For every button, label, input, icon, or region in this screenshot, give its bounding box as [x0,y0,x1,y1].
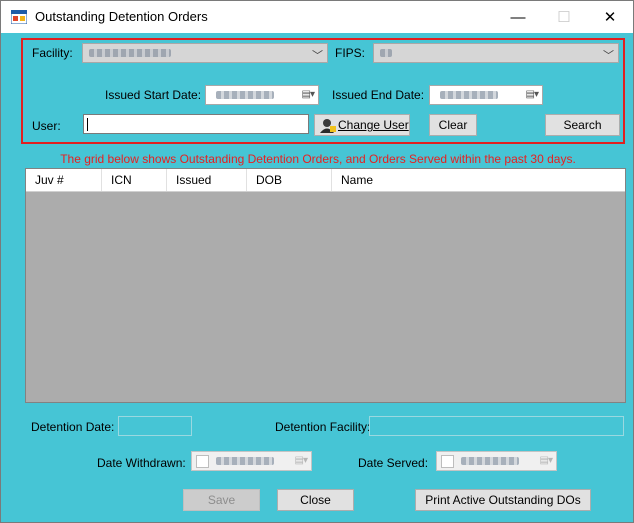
close-icon: ✕ [603,9,617,26]
change-user-label: Change User [338,118,409,132]
issued-start-date-value [216,91,274,99]
close-label: Close [300,493,331,507]
clear-button[interactable]: Clear [429,114,477,136]
clear-label: Clear [438,118,468,132]
date-withdrawn-picker: ▤▾ [191,451,312,471]
issued-end-date-picker[interactable]: ▤▾ [429,85,543,105]
close-window-button[interactable]: ✕ [587,1,633,33]
minimize-button[interactable]: — [495,1,541,33]
column-header-juv[interactable]: Juv # [26,169,102,191]
issued-end-date-label: Issued End Date: [332,88,425,102]
detention-facility-label: Detention Facility: [275,420,371,434]
grid-header: Juv # ICN Issued DOB Name [26,169,625,192]
date-withdrawn-value [216,457,274,465]
column-header-name[interactable]: Name [332,169,625,191]
app-icon [11,10,27,24]
column-header-dob[interactable]: DOB [247,169,332,191]
user-label: User: [32,119,61,133]
issued-start-date-picker[interactable]: ▤▾ [205,85,319,105]
maximize-icon: ☐ [557,9,571,26]
fips-dropdown[interactable]: ﹀ [373,43,619,63]
fips-label: FIPS: [335,46,366,60]
save-label: Save [207,493,236,507]
text-caret [87,118,88,131]
facility-dropdown[interactable]: ﹀ [82,43,328,63]
date-served-value [461,457,519,465]
detention-facility-field [369,416,624,436]
print-label: Print Active Outstanding DOs [425,493,581,507]
detention-date-label: Detention Date: [31,420,115,434]
date-served-label: Date Served: [358,456,429,470]
fips-value [380,49,392,57]
column-header-issued[interactable]: Issued [167,169,247,191]
date-withdrawn-checkbox [196,455,209,468]
calendar-dropdown-icon: ▤▾ [301,89,316,100]
change-user-button[interactable]: Change User [314,114,410,136]
date-withdrawn-label: Date Withdrawn: [97,456,186,470]
change-user-icon [320,118,336,133]
facility-label: Facility: [32,46,73,60]
user-input[interactable] [83,114,309,134]
outstanding-detention-orders-window: Outstanding Detention Orders — ☐ ✕ Facil… [0,0,634,523]
issued-start-date-label: Issued Start Date: [105,88,202,102]
maximize-button: ☐ [541,1,587,33]
facility-value [89,49,171,57]
print-active-outstanding-button[interactable]: Print Active Outstanding DOs [415,489,591,511]
calendar-dropdown-icon: ▤▾ [294,455,309,466]
minimize-icon: — [510,8,526,26]
chevron-down-icon: ﹀ [603,50,614,62]
column-header-icn[interactable]: ICN [102,169,167,191]
close-button[interactable]: Close [277,489,354,511]
search-label: Search [563,118,602,132]
issued-end-date-value [440,91,498,99]
grid-notice: The grid below shows Outstanding Detenti… [60,152,576,166]
save-button: Save [183,489,260,511]
chevron-down-icon: ﹀ [312,50,323,62]
calendar-dropdown-icon: ▤▾ [525,89,540,100]
orders-grid[interactable]: Juv # ICN Issued DOB Name [25,168,626,403]
calendar-dropdown-icon: ▤▾ [539,455,554,466]
search-button[interactable]: Search [545,114,620,136]
detention-date-field [118,416,192,436]
date-served-checkbox [441,455,454,468]
window-title: Outstanding Detention Orders [35,9,208,24]
date-served-picker: ▤▾ [436,451,557,471]
title-bar: Outstanding Detention Orders — ☐ ✕ [1,1,633,33]
